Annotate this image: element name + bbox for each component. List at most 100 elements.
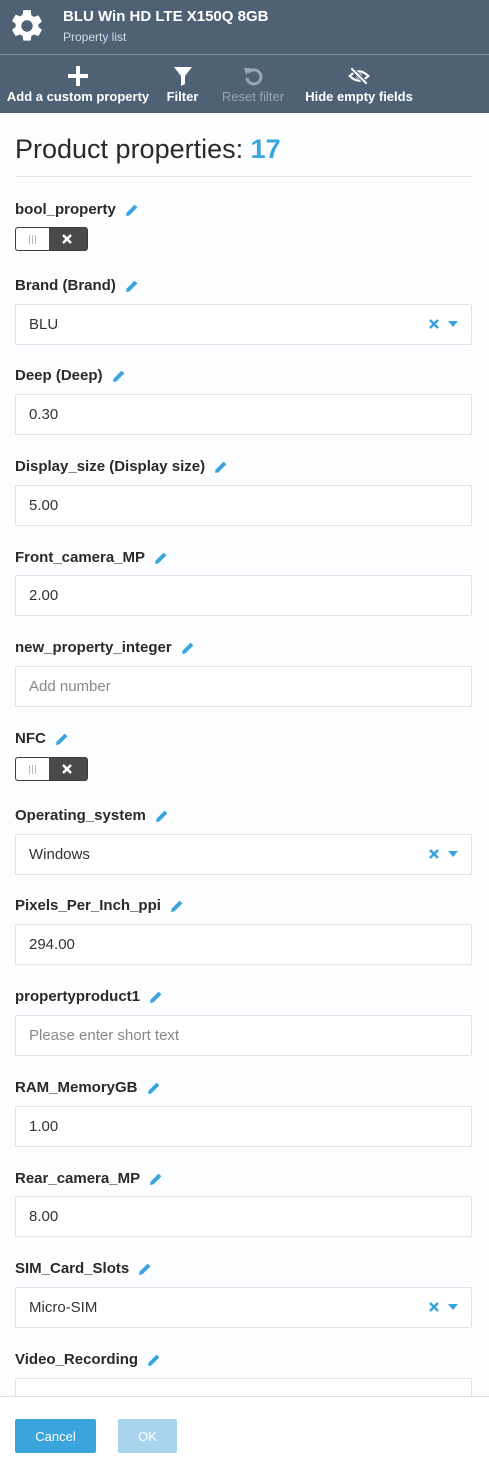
filter-label: Filter xyxy=(166,89,199,104)
reset-filter-button[interactable]: Reset filter xyxy=(220,56,286,113)
pencil-icon[interactable] xyxy=(155,809,169,823)
property-label-text: propertyproduct1 xyxy=(15,988,141,1005)
pencil-icon[interactable] xyxy=(214,460,228,474)
reset-filter-label: Reset filter xyxy=(221,89,285,104)
hide-empty-fields-label: Hide empty fields xyxy=(305,89,413,104)
ram-input-value: 1.00 xyxy=(29,1118,59,1135)
gear-icon xyxy=(12,10,42,41)
display-size-input-value: 5.00 xyxy=(29,497,59,514)
property-label-text: Video_Recording xyxy=(15,1351,139,1368)
pencil-icon[interactable] xyxy=(147,1081,161,1095)
operating-system-select-value: Windows xyxy=(29,846,90,863)
property-label-sim-card-slots: SIM_Card_Slots xyxy=(15,1260,152,1277)
caret-down-icon[interactable] xyxy=(448,851,458,857)
pencil-icon[interactable] xyxy=(55,732,69,746)
new-property-integer-placeholder: Add number xyxy=(29,678,111,695)
pencil-icon[interactable] xyxy=(149,1172,163,1186)
caret-down-icon[interactable] xyxy=(448,321,458,327)
ppi-input[interactable]: 294.00 xyxy=(15,924,472,965)
front-camera-input[interactable]: 2.00 xyxy=(15,575,472,616)
property-label-text: RAM_MemoryGB xyxy=(15,1079,138,1096)
toggle-knob xyxy=(16,228,49,250)
display-size-input[interactable]: 5.00 xyxy=(15,485,472,526)
deep-input[interactable]: 0.30 xyxy=(15,394,472,435)
property-label-text: Front_camera_MP xyxy=(15,549,146,566)
property-label-text: Display_size (Display size) xyxy=(15,458,206,475)
filter-icon xyxy=(173,67,192,86)
close-icon xyxy=(62,234,72,244)
deep-input-value: 0.30 xyxy=(29,406,59,423)
video-recording-input[interactable] xyxy=(15,1378,472,1396)
operating-system-select[interactable]: Windows xyxy=(15,834,472,875)
sim-card-slots-select-value: Micro-SIM xyxy=(29,1299,98,1316)
property-label-rear-camera: Rear_camera_MP xyxy=(15,1170,163,1187)
property-label-video-recording: Video_Recording xyxy=(15,1351,161,1368)
property-count: 17 xyxy=(250,134,281,164)
add-custom-property-label: Add a custom property xyxy=(6,89,150,104)
clear-icon[interactable] xyxy=(428,1301,440,1313)
ok-button[interactable]: OK xyxy=(118,1419,177,1453)
hide-empty-fields-button[interactable]: Hide empty fields xyxy=(305,56,413,113)
nfc-toggle[interactable] xyxy=(15,757,88,781)
cancel-button[interactable]: Cancel xyxy=(15,1419,96,1453)
property-label-text: Pixels_Per_Inch_ppi xyxy=(15,897,161,914)
property-label-display-size: Display_size (Display size) xyxy=(15,458,228,475)
filter-button[interactable]: Filter xyxy=(165,56,200,113)
divider xyxy=(15,176,472,177)
new-property-integer-input[interactable]: Add number xyxy=(15,666,472,707)
pencil-icon[interactable] xyxy=(154,551,168,565)
property-label-text: Deep (Deep) xyxy=(15,367,103,384)
toggle-knob xyxy=(16,758,49,780)
caret-down-icon[interactable] xyxy=(448,1304,458,1310)
pencil-icon[interactable] xyxy=(170,899,184,913)
plus-icon xyxy=(68,66,88,86)
pencil-icon[interactable] xyxy=(147,1353,161,1367)
propertyproduct1-placeholder: Please enter short text xyxy=(29,1027,180,1044)
front-camera-input-value: 2.00 xyxy=(29,587,59,604)
brand-select[interactable]: BLU xyxy=(15,304,472,345)
add-custom-property-button[interactable]: Add a custom property xyxy=(7,56,149,113)
app-header: BLU Win HD LTE X150Q 8GB Property list A… xyxy=(0,0,489,113)
pencil-icon[interactable] xyxy=(149,990,163,1004)
property-label-nfc: NFC xyxy=(15,730,69,747)
ppi-input-value: 294.00 xyxy=(29,936,75,953)
property-label-text: Rear_camera_MP xyxy=(15,1170,141,1187)
property-label-text: Brand (Brand) xyxy=(15,277,116,294)
clear-icon[interactable] xyxy=(428,318,440,330)
properties-panel[interactable]: Product properties: 17 bool_property Bra… xyxy=(0,113,489,1396)
rear-camera-input-value: 8.00 xyxy=(29,1208,59,1225)
property-label-bool-property: bool_property xyxy=(15,201,139,218)
pencil-icon[interactable] xyxy=(112,369,126,383)
ram-input[interactable]: 1.00 xyxy=(15,1106,472,1147)
toolbar: Add a custom property Filter Reset filte… xyxy=(0,56,489,113)
property-label-ram: RAM_MemoryGB xyxy=(15,1079,161,1096)
propertyproduct1-input[interactable]: Please enter short text xyxy=(15,1015,472,1056)
page-title-text: Product properties: xyxy=(15,134,244,164)
pencil-icon[interactable] xyxy=(138,1262,152,1276)
property-label-text: Operating_system xyxy=(15,807,146,824)
product-title: BLU Win HD LTE X150Q 8GB xyxy=(63,8,269,25)
pencil-icon[interactable] xyxy=(125,203,139,217)
undo-icon xyxy=(244,68,263,86)
sim-card-slots-select[interactable]: Micro-SIM xyxy=(15,1287,472,1328)
bool-property-toggle[interactable] xyxy=(15,227,88,251)
property-label-operating-system: Operating_system xyxy=(15,807,169,824)
title-bar: BLU Win HD LTE X150Q 8GB Property list xyxy=(0,0,489,55)
property-label-text: NFC xyxy=(15,730,46,747)
property-label-text: SIM_Card_Slots xyxy=(15,1260,130,1277)
property-label-ppi: Pixels_Per_Inch_ppi xyxy=(15,897,184,914)
pencil-icon[interactable] xyxy=(125,279,139,293)
property-label-propertyproduct1: propertyproduct1 xyxy=(15,988,163,1005)
pencil-icon[interactable] xyxy=(181,641,195,655)
brand-select-value: BLU xyxy=(29,316,59,333)
clear-icon[interactable] xyxy=(428,848,440,860)
property-label-text: bool_property xyxy=(15,201,116,218)
page-title: Product properties: 17 xyxy=(15,134,281,165)
rear-camera-input[interactable]: 8.00 xyxy=(15,1196,472,1237)
property-label-new-property-integer: new_property_integer xyxy=(15,639,195,656)
dialog-footer: Cancel OK xyxy=(0,1396,489,1462)
page-subtitle: Property list xyxy=(63,30,127,44)
eye-slash-icon xyxy=(348,66,370,86)
property-label-front-camera: Front_camera_MP xyxy=(15,549,168,566)
property-label-text: new_property_integer xyxy=(15,639,172,656)
